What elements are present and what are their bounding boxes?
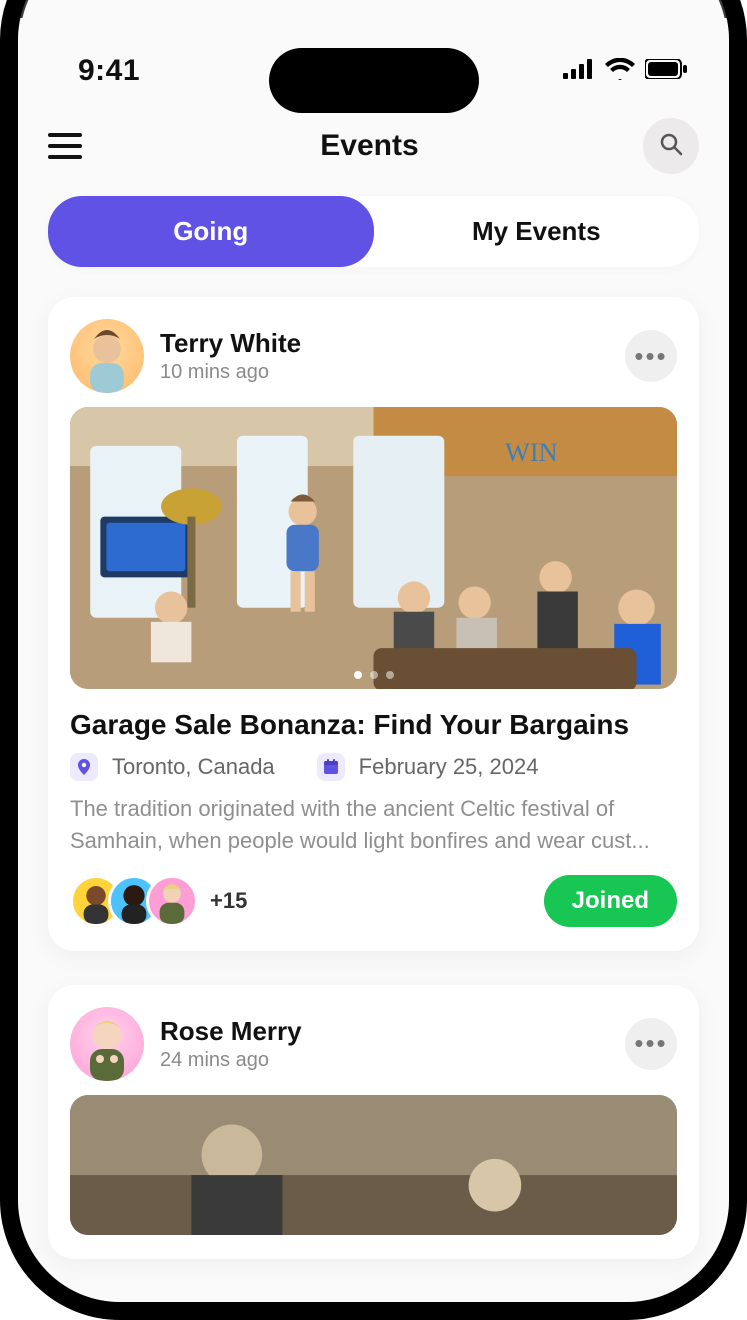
page-title: Events <box>320 129 418 163</box>
tab-going[interactable]: Going <box>48 196 374 267</box>
battery-icon <box>645 59 687 84</box>
event-title: Garage Sale Bonanza: Find Your Bargains <box>70 709 677 741</box>
post-header: Terry White 10 mins ago ••• <box>70 319 677 393</box>
joined-button[interactable]: Joined <box>544 875 677 927</box>
search-icon <box>659 132 683 161</box>
event-card[interactable]: Rose Merry 24 mins ago ••• <box>48 985 699 1259</box>
more-icon: ••• <box>634 341 667 372</box>
attendee-pile[interactable] <box>70 875 198 927</box>
event-image[interactable]: WIN <box>70 407 677 689</box>
tabs: Going My Events <box>48 196 699 267</box>
poster-name: Rose Merry <box>160 1016 302 1047</box>
attendee-avatar <box>146 875 198 927</box>
avatar[interactable] <box>70 1007 144 1081</box>
poster-time: 10 mins ago <box>160 361 301 384</box>
phone-frame: 9:41 Events <box>0 0 747 1320</box>
cellular-icon <box>563 59 595 84</box>
event-description: The tradition originated with the ancien… <box>70 793 677 857</box>
notch <box>269 48 479 113</box>
poster-info: Rose Merry 24 mins ago <box>160 1016 302 1072</box>
search-button[interactable] <box>643 118 699 174</box>
more-button[interactable]: ••• <box>625 1018 677 1070</box>
carousel-dots[interactable] <box>354 671 394 679</box>
wifi-icon <box>605 58 635 85</box>
post-header: Rose Merry 24 mins ago ••• <box>70 1007 677 1081</box>
calendar-icon <box>317 753 345 781</box>
poster-time: 24 mins ago <box>160 1049 302 1072</box>
menu-icon[interactable] <box>48 122 96 170</box>
event-card[interactable]: Terry White 10 mins ago ••• <box>48 297 699 951</box>
status-time: 9:41 <box>78 54 140 88</box>
location-icon <box>70 753 98 781</box>
feed[interactable]: Terry White 10 mins ago ••• <box>18 267 729 1259</box>
avatar[interactable] <box>70 319 144 393</box>
event-location: Toronto, Canada <box>112 754 275 780</box>
more-icon: ••• <box>634 1028 667 1059</box>
status-indicators <box>563 58 687 85</box>
event-meta: Toronto, Canada February 25, 2024 <box>70 753 677 781</box>
more-button[interactable]: ••• <box>625 330 677 382</box>
app-screen: 9:41 Events <box>18 18 729 1302</box>
tab-my-events[interactable]: My Events <box>374 196 700 267</box>
event-image[interactable] <box>70 1095 677 1235</box>
extra-attendees: +15 <box>210 888 247 914</box>
event-date: February 25, 2024 <box>359 754 539 780</box>
card-footer: +15 Joined <box>70 875 677 927</box>
poster-info: Terry White 10 mins ago <box>160 328 301 384</box>
svg-text:WIN: WIN <box>505 438 558 467</box>
poster-name: Terry White <box>160 328 301 359</box>
